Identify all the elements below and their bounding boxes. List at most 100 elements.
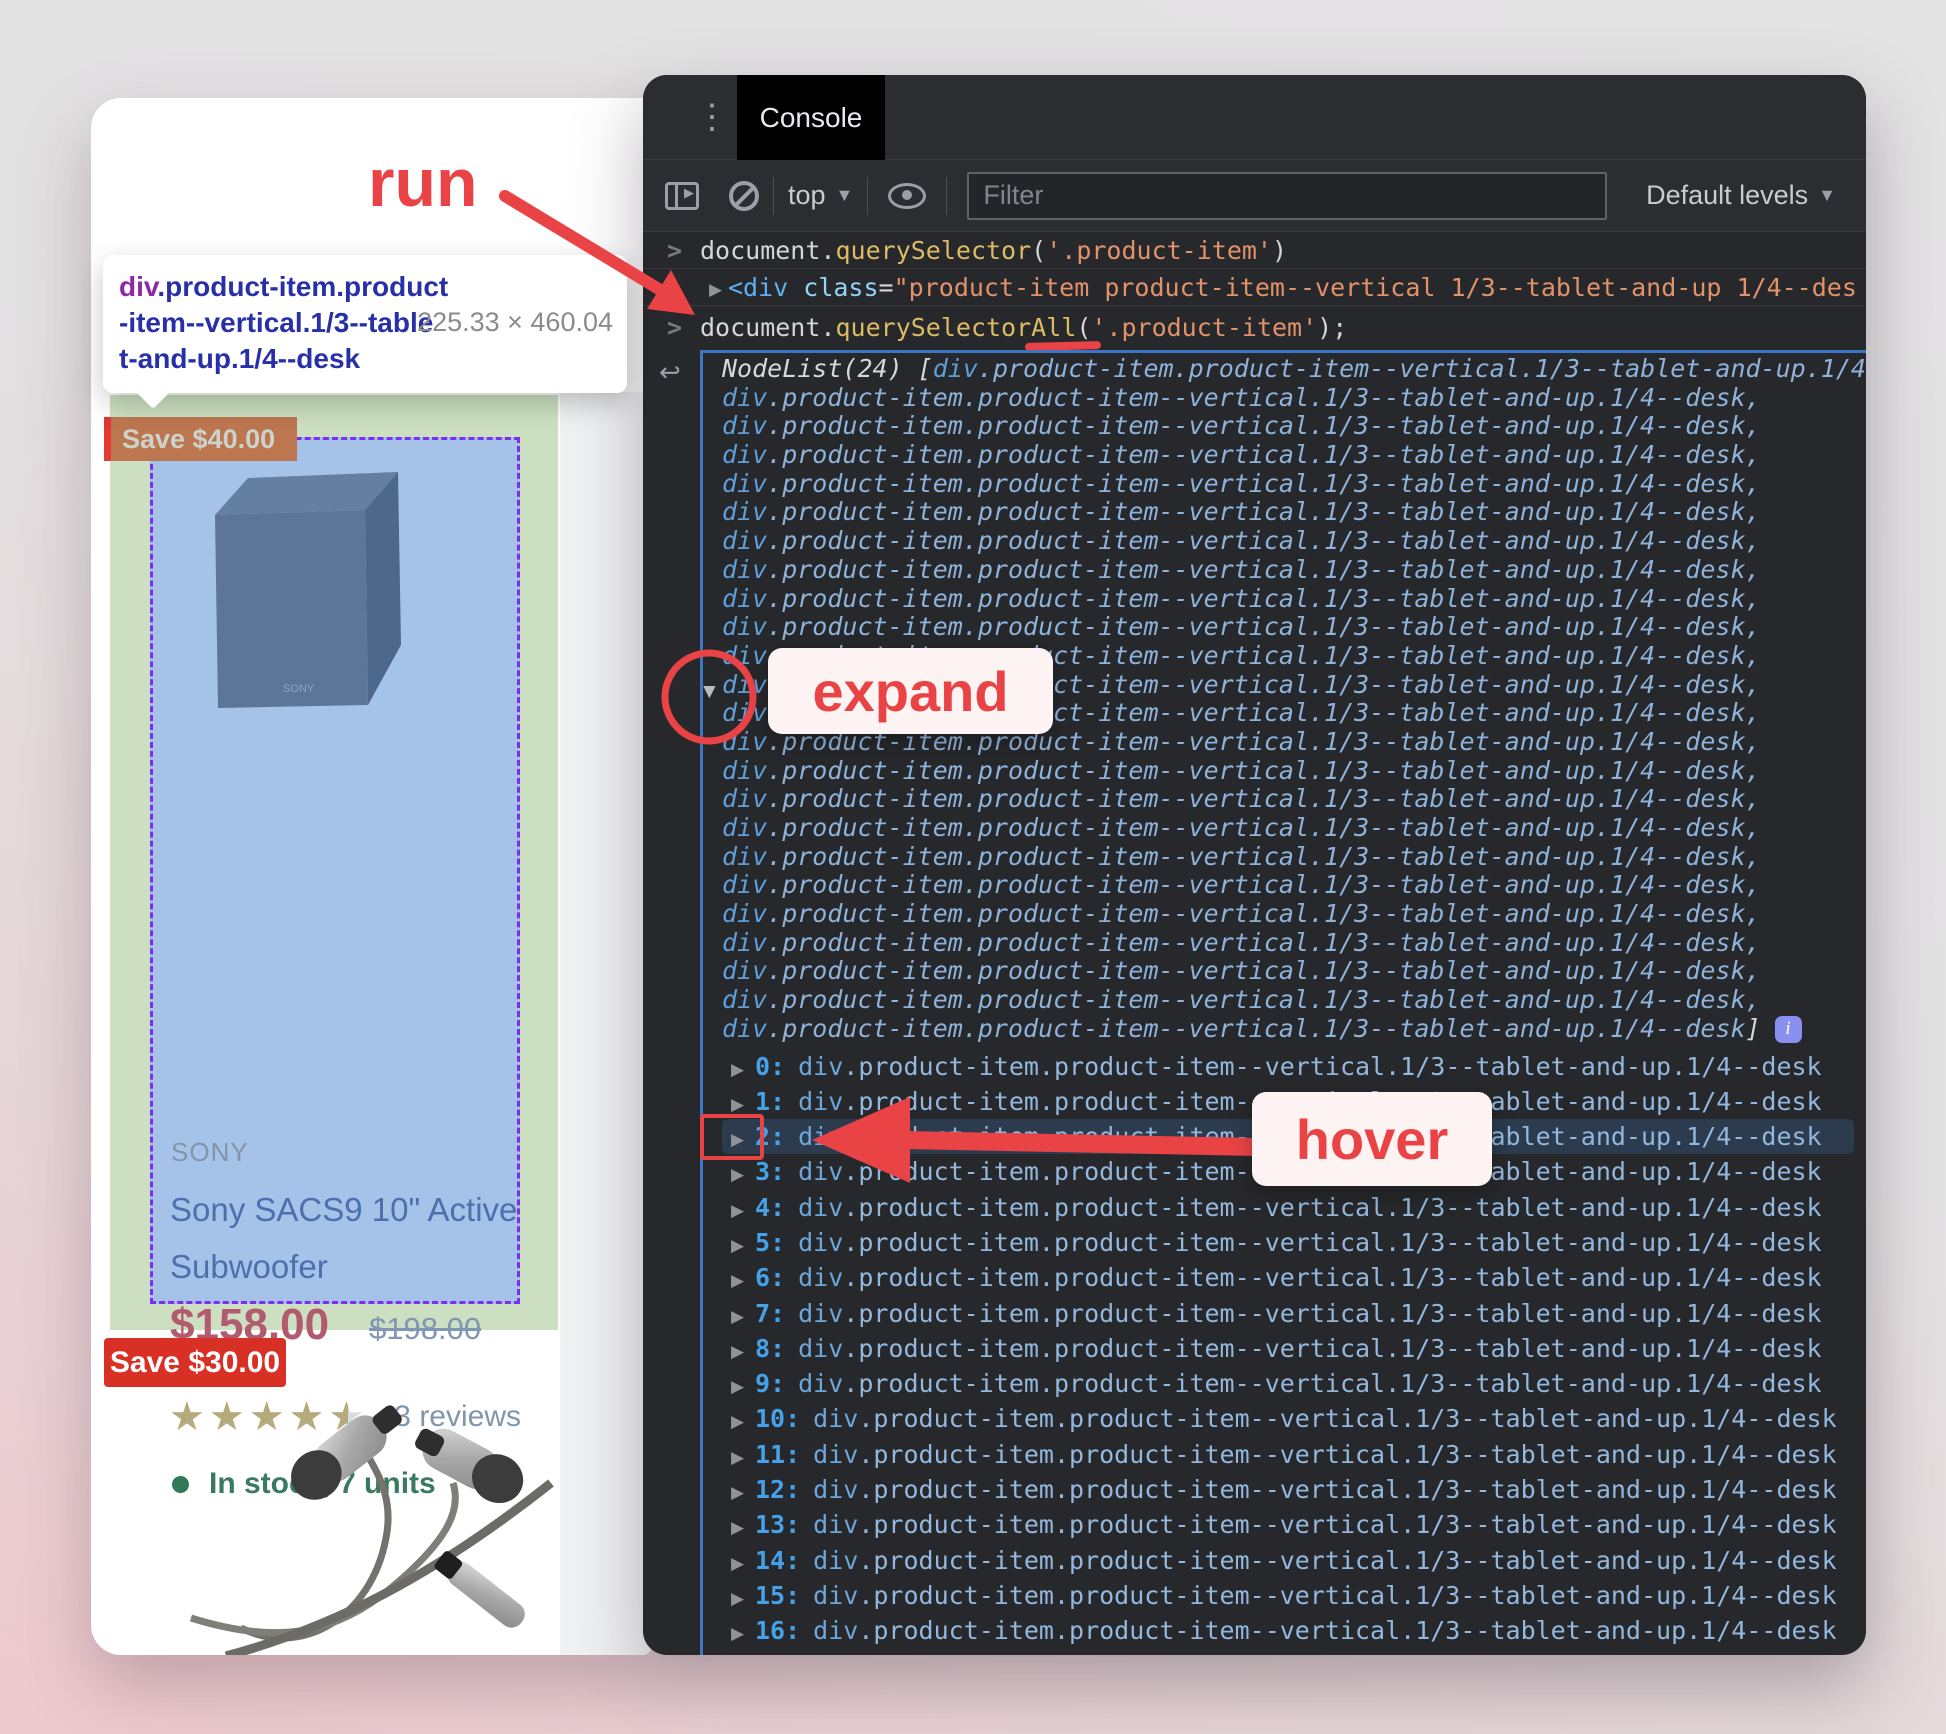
return-value-icon: ↩ — [659, 357, 681, 387]
expand-triangle-icon[interactable]: ▶ — [731, 1228, 755, 1263]
nodelist-row-10[interactable]: ▶ 10: div.product-item.product-item--verti… — [722, 1401, 1854, 1436]
expand-triangle-icon[interactable]: ▶ — [731, 1581, 755, 1616]
live-expression-eye-icon[interactable] — [888, 182, 927, 209]
save-badge-bottom-label: Save $30.00 — [109, 1345, 281, 1379]
expand-triangle-icon[interactable]: ▶ — [731, 1157, 755, 1192]
nodelist-preview-line: div.product-item.product-item--vertical.… — [722, 613, 1761, 642]
nodelist-preview-line: div.product-item.product-item--vertical.… — [722, 412, 1761, 441]
log-levels-dropdown[interactable]: Default levels ▼ — [1646, 180, 1836, 211]
nodelist-preview-line: div.product-item.product-item--vertical.… — [722, 928, 1761, 957]
expand-triangle-icon[interactable]: ▶ — [731, 1369, 755, 1404]
tooltip-selector-line1: div.product-item.product — [119, 271, 449, 302]
toolbar-divider — [867, 176, 869, 215]
product-brand: SONY — [171, 1137, 249, 1167]
expand-triangle-icon[interactable]: ▶ — [731, 1052, 755, 1087]
expand-annotation-label: expand — [768, 648, 1053, 734]
nodelist-row-11[interactable]: ▶ 11: div.product-item.product-item--verti… — [722, 1437, 1854, 1472]
nodelist-preview-header: NodeList(24) [div.product-item.product-i… — [722, 355, 1866, 383]
row-index: 13: — [755, 1510, 801, 1540]
row-index: 15: — [755, 1580, 801, 1610]
product-old-price: $198.00 — [369, 1311, 482, 1346]
nodelist-preview-line: div.product-item.product-item--vertical.… — [722, 814, 1761, 842]
nodelist-row-6[interactable]: ▶ 6: div.product-item.product-item--vertic… — [722, 1260, 1854, 1295]
expand-triangle-icon[interactable]: ▶ — [731, 1510, 755, 1545]
nodelist-row-4[interactable]: ▶ 4: div.product-item.product-item--vertic… — [722, 1190, 1854, 1225]
stage: SONY SONY Sony SACS9 10" Active Subwoofer… — [0, 0, 1946, 1734]
product-title[interactable]: Sony SACS9 10" Active Subwoofer — [170, 1181, 530, 1295]
nodelist-preview-line: div.product-item.product-item--vertical.… — [722, 785, 1761, 814]
prompt-chevron-icon: > — [667, 236, 683, 265]
row-index: 9: — [755, 1369, 786, 1399]
nodelist-preview-line: div.product-item.product-item--vertical.… — [722, 584, 1761, 613]
nodelist-preview-line: div.product-item.product-item--vertical.… — [722, 555, 1761, 584]
chevron-down-icon: ▼ — [835, 185, 854, 205]
console-result-element[interactable]: ↩ ▶ <div class="product-item product-ite… — [643, 269, 1866, 306]
save-badge-top: Save $40.00 — [104, 417, 297, 461]
inspect-overlay-content: SONY — [150, 437, 520, 1304]
nodelist-result-block[interactable]: NodeList(24) [div.product-item.product-i… — [700, 350, 1866, 1655]
nodelist-row-9[interactable]: ▶ 9: div.product-item.product-item--vertic… — [722, 1366, 1854, 1401]
nodelist-row-13[interactable]: ▶ 13: div.product-item.product-item--verti… — [722, 1507, 1854, 1542]
inspect-overlay-margin: SONY SONY Sony SACS9 10" Active Subwoofer… — [110, 395, 558, 1500]
nodelist-preview-line: div.product-item.product-item--vertical.… — [722, 441, 1761, 470]
row-index: 6: — [755, 1263, 786, 1293]
expand-triangle-icon[interactable]: ▶ — [731, 1193, 755, 1228]
console-sidebar-icon[interactable] — [665, 181, 699, 210]
nodelist-row-8[interactable]: ▶ 8: div.product-item.product-item--vertic… — [722, 1331, 1854, 1366]
info-badge-icon[interactable]: i — [1774, 1016, 1802, 1044]
row-index: 11: — [755, 1439, 801, 1469]
row-index: 7: — [755, 1298, 786, 1328]
nodelist-preview-line: div.product-item.product-item--vertical.… — [722, 383, 1761, 412]
context-selector[interactable]: top — [788, 180, 826, 211]
toolbar-divider — [946, 176, 948, 215]
nodelist-row-7[interactable]: ▶ 7: div.product-item.product-item--vertic… — [722, 1296, 1854, 1331]
save-badge-top-label: Save $40.00 — [122, 423, 276, 454]
prompt-chevron-icon: > — [667, 313, 683, 342]
row-index: 8: — [755, 1333, 786, 1363]
save-badge-top-edge — [104, 417, 111, 461]
nodelist-preview-line: div.product-item.product-item--vertical.… — [722, 986, 1761, 1015]
expand-triangle-icon[interactable]: ▶ — [731, 1334, 755, 1369]
tab-console[interactable]: Console — [737, 75, 885, 160]
nodelist-preview-line: div.product-item.product-item--vertical.… — [722, 842, 1761, 871]
run-annotation-label: run — [368, 145, 478, 221]
expand-triangle-icon[interactable]: ▶ — [709, 271, 722, 305]
nodelist-row-14[interactable]: ▶ 14: div.product-item.product-item--verti… — [722, 1543, 1854, 1578]
nodelist-preview-line: div.product-item.product-item--vertical.… — [722, 957, 1761, 986]
row-index: 5: — [755, 1227, 786, 1257]
filter-input[interactable]: Filter — [967, 171, 1608, 220]
console-command-queryselectorall[interactable]: > document.querySelectorAll('.product-it… — [643, 306, 1866, 350]
kebab-menu-icon[interactable]: ⋮ — [695, 91, 729, 143]
disclosure-triangle-icon[interactable]: ▼ — [699, 680, 720, 704]
row-index: 4: — [755, 1192, 786, 1222]
row-index: 1: — [755, 1086, 786, 1116]
tooltip-selector-line3: t-and-up.1/4--desk — [119, 343, 361, 374]
nodelist-row-12[interactable]: ▶ 12: div.product-item.product-item--verti… — [722, 1472, 1854, 1507]
expand-triangle-icon[interactable]: ▶ — [731, 1404, 755, 1439]
expand-triangle-icon[interactable]: ▶ — [731, 1616, 755, 1651]
nodelist-row-15[interactable]: ▶ 15: div.product-item.product-item--verti… — [722, 1578, 1854, 1613]
expand-triangle-icon[interactable]: ▶ — [731, 1546, 755, 1581]
nodelist-preview-line: div.product-item.product-item--vertical.… — [722, 469, 1761, 498]
console-command-queryselector[interactable]: > document.querySelector('.product-item'… — [643, 232, 1866, 269]
expand-triangle-icon[interactable]: ▶ — [731, 1475, 755, 1510]
subwoofer-image: SONY — [215, 472, 401, 708]
devtools-tabbar: ⋮ Console — [643, 75, 1866, 160]
nodelist-row-0[interactable]: ▶ 0: div.product-item.product-item--vertic… — [722, 1049, 1854, 1084]
earbuds-image — [189, 1405, 554, 1655]
tooltip-dimensions: 225.33 × 460.04 — [417, 307, 613, 337]
element-inspector-tooltip: div.product-item.product -item--vertical… — [103, 255, 627, 393]
expand-triangle-icon[interactable]: ▶ — [731, 1263, 755, 1298]
row-index: 3: — [755, 1157, 786, 1187]
row-index: 12: — [755, 1475, 801, 1505]
row-index: 0: — [755, 1051, 786, 1081]
nodelist-row-16[interactable]: ▶ 16: div.product-item.product-item--verti… — [722, 1613, 1854, 1648]
nodelist-row-5[interactable]: ▶ 5: div.product-item.product-item--vertic… — [722, 1225, 1854, 1260]
clear-console-icon[interactable] — [729, 180, 759, 211]
nodelist-preview-line: div.product-item.product-item--vertical.… — [722, 498, 1761, 527]
row-index: 14: — [755, 1545, 801, 1575]
nodelist-preview-line: div.product-item.product-item--vertical.… — [722, 527, 1761, 556]
expand-triangle-icon[interactable]: ▶ — [731, 1299, 755, 1334]
chevron-down-icon: ▼ — [1818, 185, 1836, 205]
expand-triangle-icon[interactable]: ▶ — [731, 1440, 755, 1475]
